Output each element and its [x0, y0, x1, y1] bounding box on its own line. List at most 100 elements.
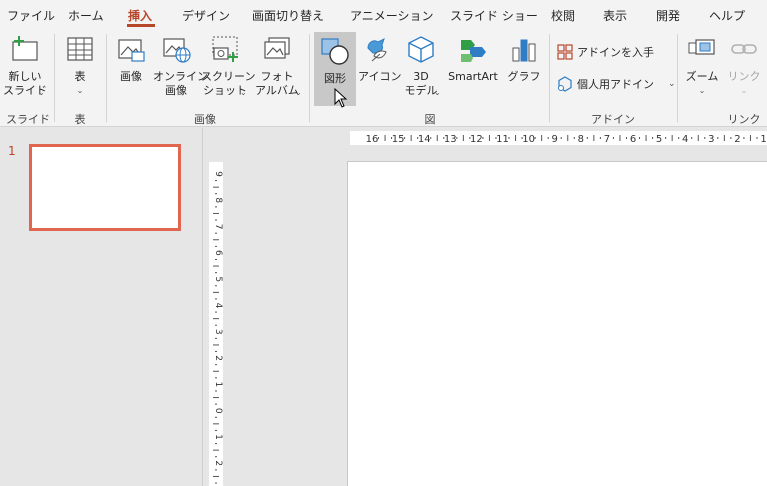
icons-label: アイコン [358, 70, 402, 83]
shapes-label: 図形 [324, 72, 346, 85]
tab-home[interactable]: ホーム [68, 7, 104, 24]
image-label: 画像 [120, 70, 142, 83]
3d-model-button[interactable]: 3D モデル ⌄ [400, 30, 442, 106]
icons-icon [367, 38, 387, 62]
link-button[interactable]: リンク ⌄ [725, 30, 763, 106]
zoom-button[interactable]: ズーム ⌄ [681, 30, 723, 106]
ruler-tick-label: 1 [213, 434, 223, 440]
chevron-down-icon: ⌄ [740, 86, 748, 95]
ruler-tick-label: 0 [213, 408, 223, 414]
store-icon [557, 44, 573, 60]
new-slide-button[interactable]: 新しい スライド ⌄ [2, 30, 48, 106]
online-image-label-2: 画像 [165, 84, 187, 97]
ruler-tick-label: 15 [392, 134, 405, 145]
group-label-table: 表 [74, 113, 86, 126]
screenshot-button[interactable]: スクリーン ショット ⌄ [201, 30, 256, 106]
my-addins-label: 個人用アドイン [577, 78, 654, 91]
tab-design[interactable]: デザイン [182, 7, 230, 24]
link-label: リンク [727, 70, 761, 83]
zoom-icon [688, 39, 715, 55]
ruler-tick-label: 5 [213, 276, 223, 282]
ruler-tick-label: 7 [604, 134, 610, 145]
online-image-label-1: オンライン [153, 70, 208, 83]
ruler-tick-label: 4 [682, 134, 688, 145]
ruler-tick-label: 10 [522, 134, 535, 145]
online-image-icon [163, 38, 191, 63]
get-addins-button[interactable]: アドインを入手 [557, 44, 654, 60]
tab-developer[interactable]: 開発 [656, 7, 680, 24]
ruler-tick-label: 6 [630, 134, 636, 145]
online-image-button[interactable]: オンライン 画像 [153, 30, 208, 106]
tab-view[interactable]: 表示 [603, 7, 627, 24]
slide-thumbnail[interactable] [29, 144, 181, 231]
chart-label: グラフ [507, 70, 541, 83]
horizontal-ruler: 16 15 14 13 12 11 10 9 8 7 6 5 4 3 2 1 [350, 131, 767, 145]
3d-cube-icon [408, 36, 434, 63]
ruler-tick-label: 9 [213, 171, 223, 177]
chevron-down-icon: ⌄ [38, 88, 45, 97]
group-label-images: 画像 [194, 113, 216, 126]
ruler-tick-label: 16 [366, 134, 379, 145]
get-addins-label: アドインを入手 [577, 46, 654, 59]
vertical-ruler: 9 8 7 6 5 4 3 2 1 0 1 2 [209, 162, 223, 486]
chevron-down-icon: ⌄ [434, 88, 441, 97]
shapes-icon [321, 38, 349, 65]
tab-insert[interactable]: 挿入 [128, 7, 152, 24]
group-label-addins: アドイン [591, 113, 635, 126]
my-addins-button[interactable]: 個人用アドイン ⌄ [557, 76, 676, 92]
tab-animations[interactable]: アニメーション [350, 7, 434, 24]
chevron-down-icon: ⌄ [240, 88, 247, 97]
image-button[interactable]: 画像 [112, 30, 150, 106]
photo-album-button[interactable]: フォト アルバム ⌄ [251, 30, 303, 106]
group-separator [54, 34, 55, 122]
ribbon-tab-bar: ファイル ホーム 挿入 デザイン 画面切り替え アニメーション スライド ショー… [0, 0, 767, 30]
chevron-down-icon: ⌄ [668, 79, 676, 89]
pane-splitter[interactable] [202, 128, 203, 486]
photo-album-label-1: フォト [260, 70, 294, 83]
ruler-tick-label: 2 [734, 134, 740, 145]
mouse-pointer-icon [334, 88, 348, 108]
smartart-label: SmartArt [448, 70, 498, 83]
chevron-down-icon: ⌄ [295, 88, 302, 97]
smartart-button[interactable]: SmartArt [444, 30, 502, 106]
smartart-icon [461, 40, 486, 62]
group-label-illustrations: 図 [424, 113, 436, 126]
ruler-tick-label: 1 [760, 134, 766, 145]
new-slide-icon [12, 36, 38, 61]
ribbon-insert: 新しい スライド ⌄ スライド 表 ⌄ 表 画像 オンライン 画像 スクリーン … [0, 30, 767, 127]
tab-file[interactable]: ファイル [7, 7, 55, 24]
ruler-tick-label: 3 [213, 329, 223, 335]
image-icon [118, 39, 145, 62]
ruler-tick-label: 2 [213, 355, 223, 361]
table-button[interactable]: 表 ⌄ [60, 30, 100, 106]
slide-thumbnail-pane: 1 [0, 128, 202, 486]
group-separator [677, 34, 678, 122]
chart-button[interactable]: グラフ [505, 30, 543, 106]
chevron-down-icon: ⌄ [698, 86, 706, 95]
icons-button[interactable]: アイコン [358, 30, 402, 106]
slide-canvas[interactable] [347, 161, 767, 486]
addin-hexagon-icon [558, 76, 572, 92]
group-separator [309, 34, 310, 122]
tab-transitions[interactable]: 画面切り替え [252, 7, 324, 24]
3d-model-label-1: 3D [413, 70, 429, 83]
screenshot-label-1: スクリーン [201, 70, 256, 83]
group-separator [549, 34, 550, 122]
group-label-slides: スライド [6, 113, 50, 126]
ruler-tick-label: 3 [708, 134, 714, 145]
tab-review[interactable]: 校閲 [551, 7, 575, 24]
tab-slideshow[interactable]: スライド ショー [450, 7, 538, 24]
chevron-down-icon: ⌄ [76, 86, 84, 95]
ruler-tick-label: 6 [213, 250, 223, 256]
link-chain-icon [731, 44, 757, 54]
group-label-links: リンク [727, 113, 761, 126]
active-tab-indicator [127, 24, 155, 27]
tab-help[interactable]: ヘルプ [709, 7, 745, 24]
table-label: 表 [74, 70, 86, 83]
table-icon [67, 37, 93, 61]
photo-album-icon [264, 37, 290, 59]
slide-number: 1 [8, 144, 16, 158]
ruler-tick-label: 2 [213, 460, 223, 466]
screenshot-icon [212, 36, 238, 62]
ruler-tick-label: 1 [213, 382, 223, 388]
